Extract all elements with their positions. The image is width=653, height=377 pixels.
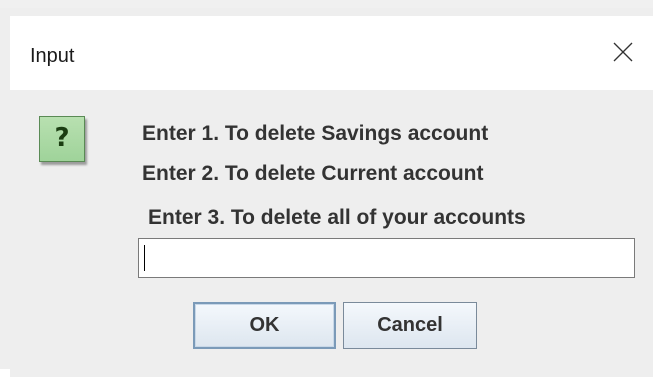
message-line-3: Enter 3. To delete all of your accounts bbox=[148, 206, 526, 229]
input-dialog-window: Input ? Enter 1. To delete Savings accou… bbox=[0, 0, 653, 377]
cancel-button[interactable]: Cancel bbox=[343, 302, 477, 349]
window-title: Input bbox=[30, 45, 75, 67]
close-icon bbox=[613, 42, 633, 62]
question-icon: ? bbox=[39, 116, 85, 162]
message-line-1: Enter 1. To delete Savings account bbox=[142, 122, 489, 145]
ok-button[interactable]: OK bbox=[193, 302, 336, 349]
close-button[interactable] bbox=[603, 32, 643, 72]
text-caret bbox=[144, 245, 145, 271]
input-text-field[interactable] bbox=[138, 238, 635, 278]
message-line-2: Enter 2. To delete Current account bbox=[142, 162, 484, 185]
title-bar: Input bbox=[10, 16, 653, 90]
question-icon-glyph: ? bbox=[54, 123, 70, 153]
dialog-content: ? Enter 1. To delete Savings account Ent… bbox=[10, 90, 653, 377]
